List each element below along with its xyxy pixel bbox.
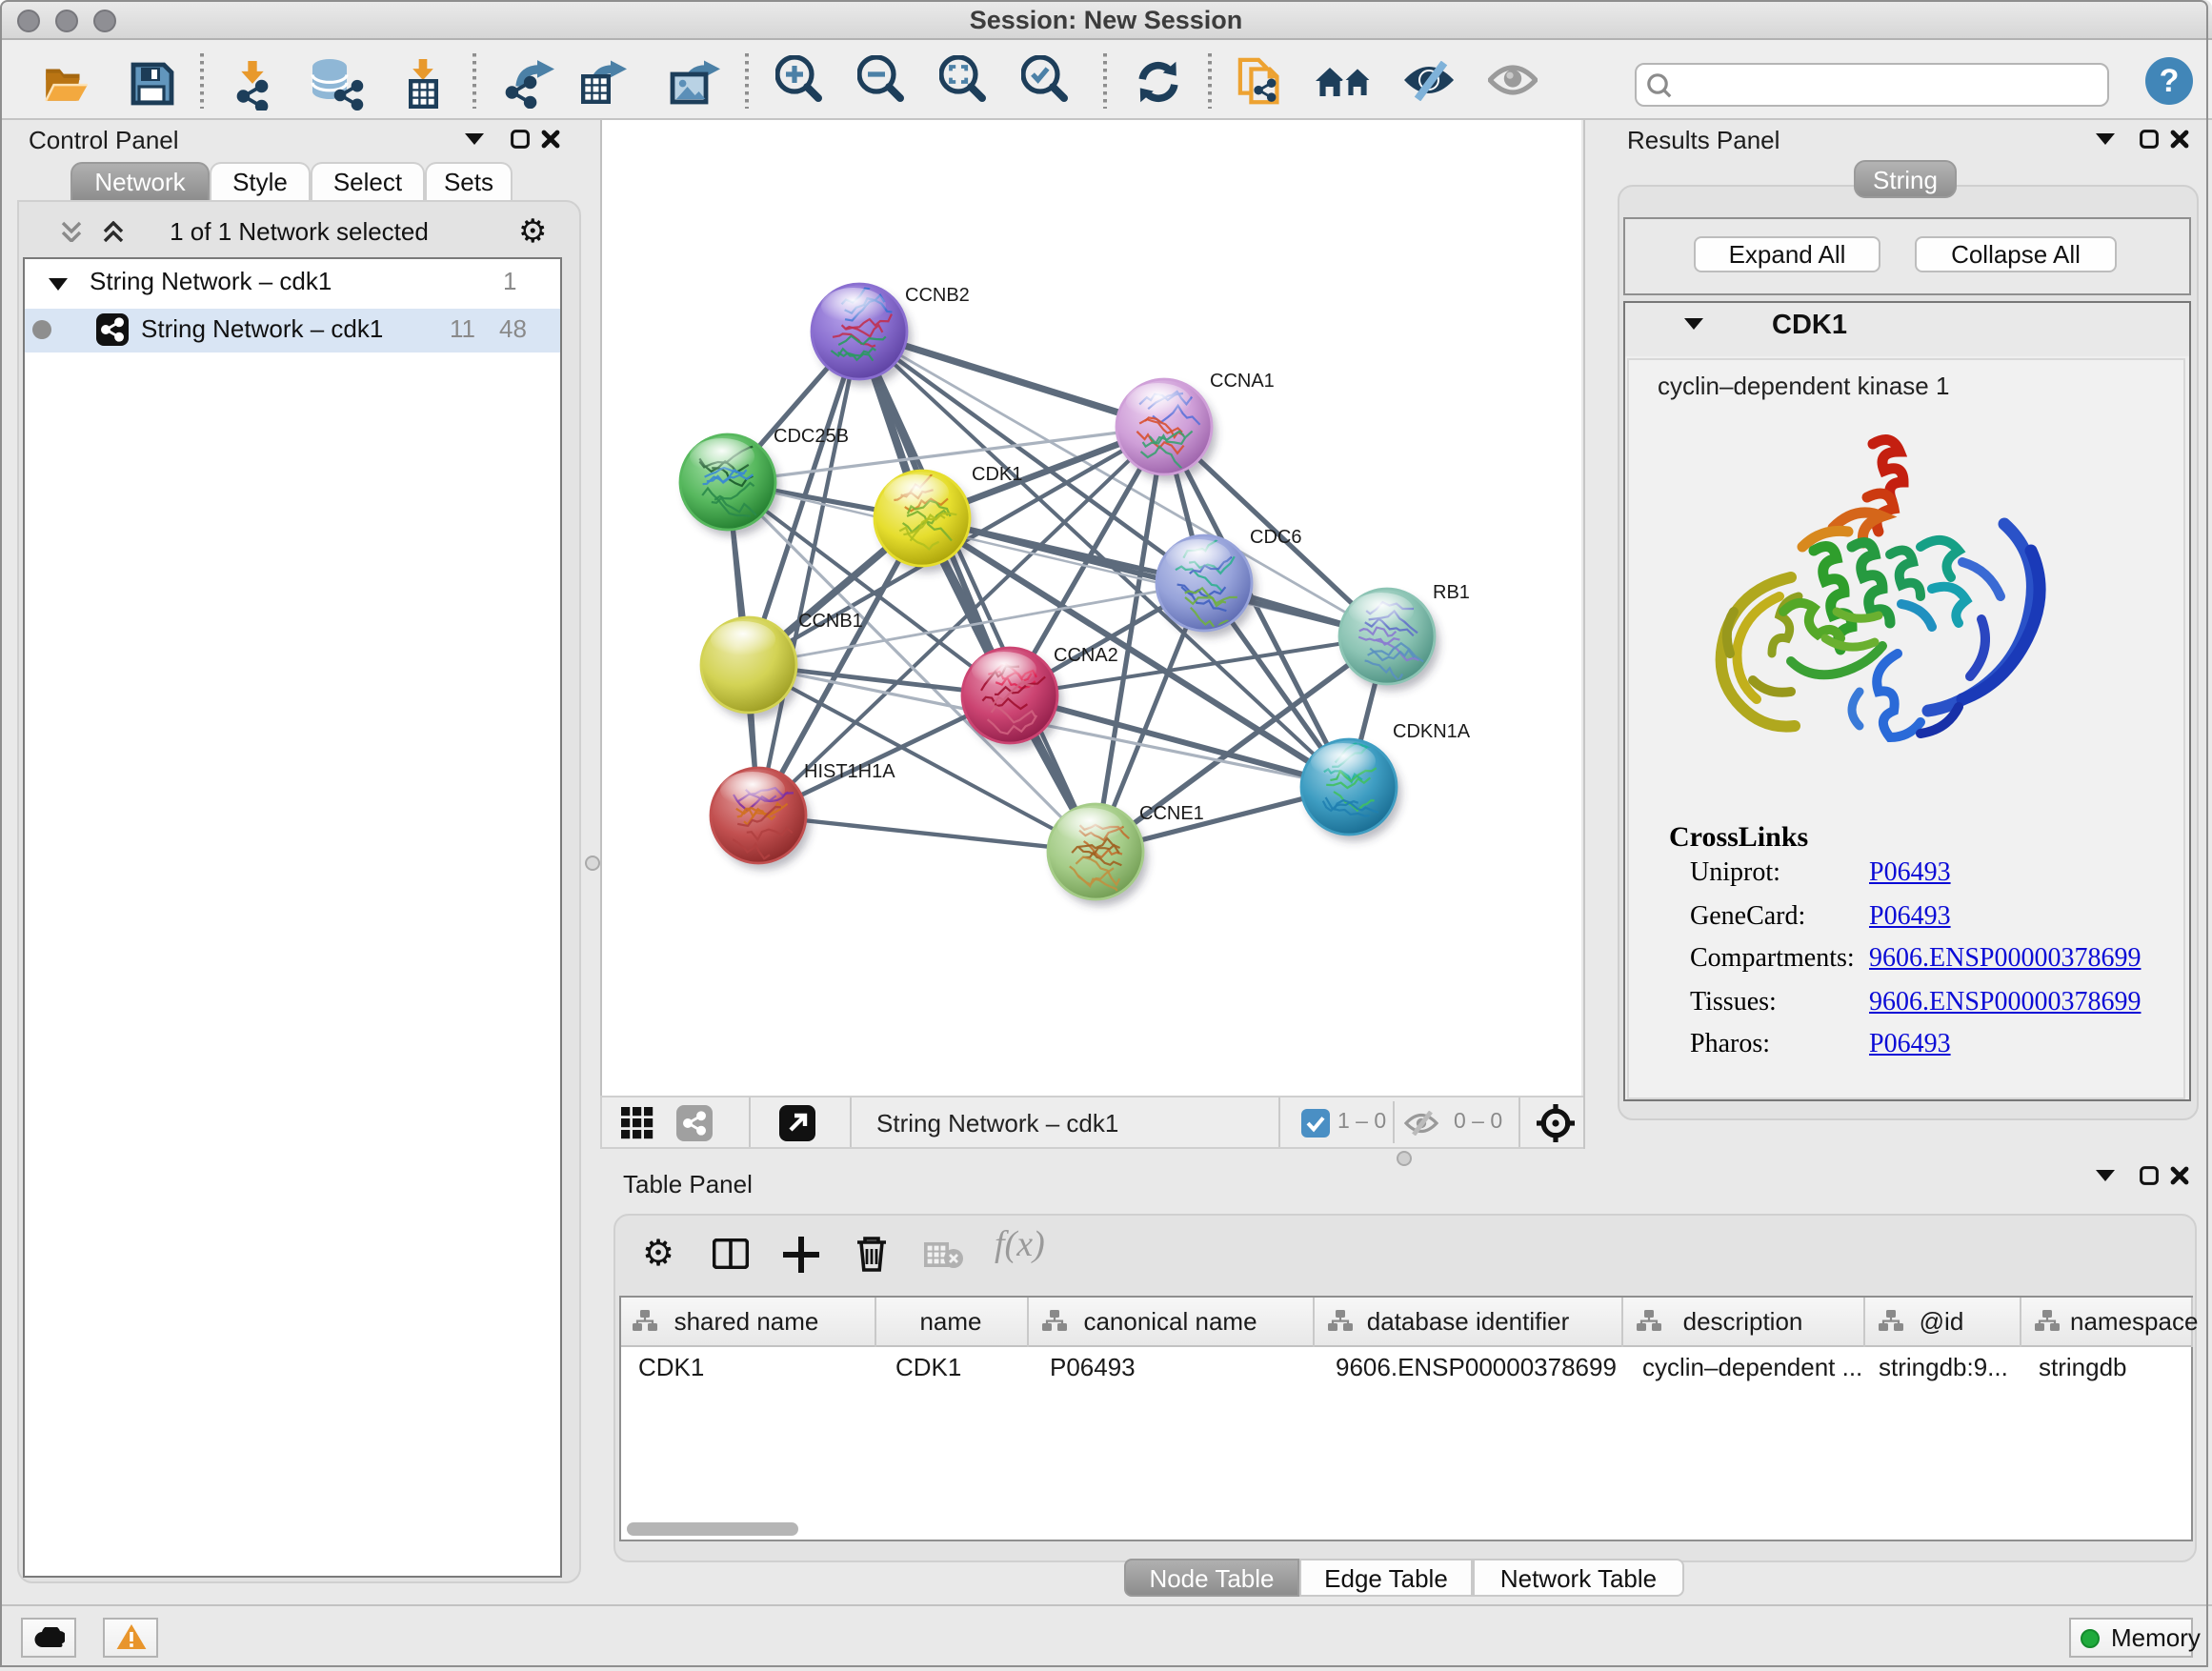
svg-text:CDK1: CDK1 — [972, 464, 1022, 485]
svg-text:CDC6: CDC6 — [1250, 527, 1301, 548]
svg-text:CCNA2: CCNA2 — [1054, 645, 1118, 666]
svg-text:HIST1H1A: HIST1H1A — [804, 761, 895, 782]
svg-text:CDKN1A: CDKN1A — [1393, 721, 1471, 742]
svg-text:CDC25B: CDC25B — [774, 426, 849, 447]
svg-text:CCNB2: CCNB2 — [905, 285, 970, 306]
svg-text:CCNB1: CCNB1 — [798, 611, 863, 632]
svg-text:RB1: RB1 — [1433, 582, 1470, 603]
svg-text:CCNE1: CCNE1 — [1139, 803, 1204, 824]
svg-text:CCNA1: CCNA1 — [1210, 371, 1275, 392]
